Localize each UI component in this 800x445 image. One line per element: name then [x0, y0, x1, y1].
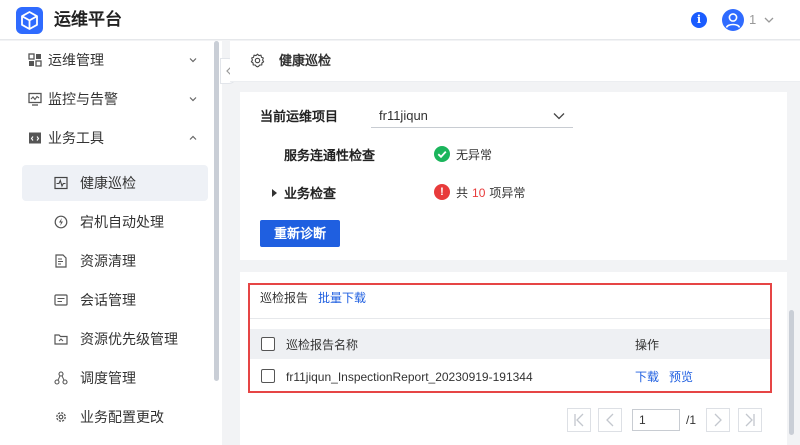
biz-suffix: 项异常	[489, 186, 526, 200]
chevron-up-icon	[189, 135, 197, 140]
top-header: 运维平台 i 1	[0, 0, 800, 40]
first-page-button[interactable]	[567, 408, 591, 432]
report-file-name: fr11jiqun_InspectionReport_20230919-1913…	[286, 370, 533, 384]
breadcrumb: 健康巡检	[230, 41, 800, 82]
session-icon	[54, 294, 68, 306]
biz-check-status: 共 10 项异常	[456, 185, 525, 202]
sidebar-group-label: 运维管理	[48, 52, 104, 68]
page-total: /1	[686, 413, 697, 427]
code-window-icon	[29, 132, 41, 144]
sidebar-group-label: 业务工具	[48, 130, 104, 146]
sidebar-group-label: 监控与告警	[48, 91, 118, 107]
select-all-checkbox[interactable]	[261, 337, 275, 351]
sidebar-group-ops[interactable]: 运维管理	[0, 41, 212, 79]
gear-icon	[250, 53, 265, 68]
info-icon[interactable]: i	[691, 12, 707, 28]
sidebar-item-session-mgmt[interactable]: 会话管理	[22, 282, 208, 318]
chevron-right-icon	[714, 413, 722, 427]
config-gear-icon	[56, 412, 66, 422]
sidebar-group-biz-tools[interactable]: 业务工具	[0, 119, 212, 157]
row-checkbox[interactable]	[261, 369, 275, 383]
preview-link[interactable]: 预览	[669, 369, 693, 385]
column-header-name: 巡检报告名称	[286, 338, 359, 352]
rediagnose-button[interactable]: 重新诊断	[260, 220, 340, 247]
bolt-icon	[54, 215, 68, 229]
connectivity-status: 无异常	[456, 148, 493, 162]
download-link[interactable]: 下载	[635, 369, 659, 385]
chevron-down-icon	[189, 97, 197, 102]
sidebar-item-health-check[interactable]: 健康巡检	[22, 165, 208, 201]
expand-caret-icon[interactable]	[272, 189, 277, 197]
sidebar-item-label: 健康巡检	[80, 175, 136, 191]
page-number-input[interactable]: 1	[632, 409, 680, 431]
first-page-icon	[574, 413, 584, 427]
sidebar-item-config-change[interactable]: 业务配置更改	[22, 399, 208, 435]
report-title: 巡检报告	[260, 291, 309, 305]
main-scrollbar[interactable]	[789, 310, 794, 435]
document-clean-icon	[55, 254, 67, 268]
sidebar-item-label: 调度管理	[80, 370, 136, 386]
anomaly-count: 10	[472, 186, 486, 200]
sidebar-item-label: 业务配置更改	[80, 409, 164, 425]
warning-icon: !	[434, 184, 450, 200]
cube-logo-icon	[16, 7, 43, 34]
chevron-down-icon	[189, 58, 197, 63]
sidebar-item-auto-recovery[interactable]: 宕机自动处理	[22, 204, 208, 240]
check-circle-icon	[434, 146, 450, 162]
user-avatar-icon[interactable]	[722, 9, 744, 31]
last-page-button[interactable]	[738, 408, 762, 432]
chevron-down-icon[interactable]	[763, 14, 775, 26]
heartbeat-icon	[54, 176, 68, 190]
schedule-icon	[54, 371, 68, 385]
prev-page-button[interactable]	[598, 408, 622, 432]
project-select-value: fr11jiqun	[379, 108, 428, 123]
divider	[250, 318, 770, 319]
sidebar-item-priority-mgmt[interactable]: 资源优先级管理	[22, 321, 208, 357]
user-count: 1	[749, 12, 757, 27]
connectivity-label: 服务连通性检查	[284, 148, 376, 163]
chevron-left-icon	[606, 413, 614, 427]
grid-icon	[28, 53, 42, 67]
monitor-icon	[28, 92, 42, 106]
project-label: 当前运维项目	[260, 109, 339, 124]
page-title: 健康巡检	[279, 53, 332, 68]
sidebar-item-label: 资源优先级管理	[80, 331, 178, 347]
sidebar-item-resource-cleanup[interactable]: 资源清理	[22, 243, 208, 279]
last-page-icon	[745, 413, 755, 427]
sidebar-scrollbar[interactable]	[214, 41, 219, 381]
sidebar-item-label: 宕机自动处理	[80, 214, 164, 230]
next-page-button[interactable]	[706, 408, 730, 432]
sidebar-item-schedule-mgmt[interactable]: 调度管理	[22, 360, 208, 396]
app-title: 运维平台	[54, 10, 122, 29]
project-select[interactable]: fr11jiqun	[371, 104, 573, 128]
sidebar-item-label: 资源清理	[80, 253, 136, 269]
sidebar: 运维管理 监控与告警 业务工具 健康巡检 宕机自动处理 资源清理 会话管理 资源…	[0, 41, 222, 445]
sidebar-group-monitor[interactable]: 监控与告警	[0, 80, 212, 118]
folder-priority-icon	[54, 334, 68, 345]
chevron-down-icon	[553, 113, 565, 120]
batch-download-link[interactable]: 批量下载	[318, 290, 366, 306]
sidebar-item-label: 会话管理	[80, 292, 136, 308]
biz-prefix: 共	[456, 186, 469, 200]
column-header-ops: 操作	[635, 338, 660, 352]
biz-check-label[interactable]: 业务检查	[284, 185, 336, 202]
